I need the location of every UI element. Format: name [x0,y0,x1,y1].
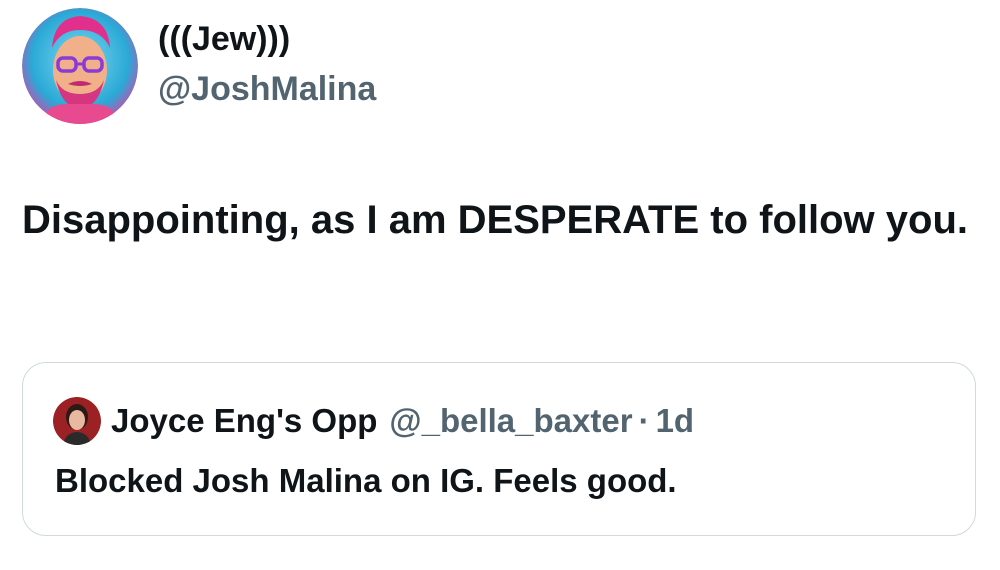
author-info: (((Jew))) @JoshMalina [158,16,376,112]
author-display-name[interactable]: (((Jew))) [158,16,376,62]
author-avatar-image [22,8,138,124]
quoted-author-avatar[interactable] [53,397,101,445]
quoted-tweet-timestamp[interactable]: 1d [656,402,695,440]
quoted-meta-separator: · [638,402,650,439]
tweet-text: Disappointing, as I am DESPERATE to foll… [22,198,968,242]
quoted-tweet-card[interactable]: Joyce Eng's Opp @_bella_baxter · 1d Bloc… [22,362,976,536]
quoted-author-display-name[interactable]: Joyce Eng's Opp [111,402,377,440]
author-handle[interactable]: @JoshMalina [158,66,376,112]
tweet: (((Jew))) @JoshMalina Disappointing, as … [0,0,1000,570]
quoted-author-handle[interactable]: @_bella_baxter [389,402,632,440]
quoted-tweet-header: Joyce Eng's Opp @_bella_baxter · 1d [53,397,694,445]
quoted-tweet-text: Blocked Josh Malina on IG. Feels good. [55,462,677,499]
quoted-author-avatar-image [53,397,101,445]
author-avatar[interactable] [22,8,138,124]
